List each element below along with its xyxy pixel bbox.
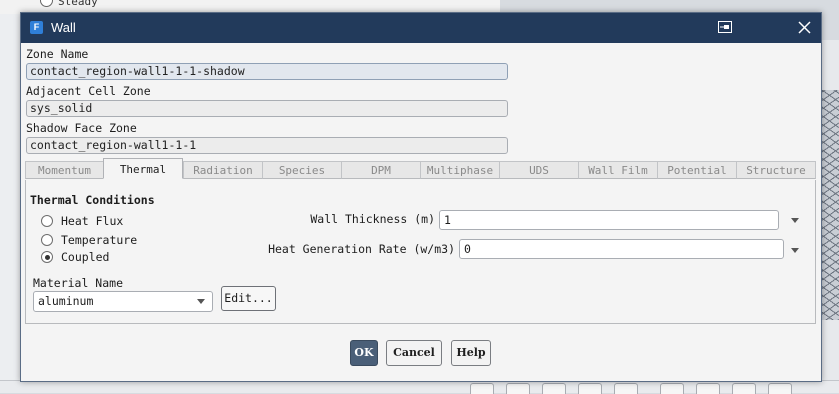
radio-label: Heat Flux — [61, 214, 124, 228]
edit-material-button[interactable]: Edit... — [221, 286, 276, 311]
heat-generation-input[interactable]: 0 — [459, 239, 784, 259]
background-radio[interactable] — [40, 0, 53, 7]
radio-label: Coupled — [61, 250, 110, 264]
tab-multiphase[interactable]: Multiphase — [420, 161, 500, 179]
tab-bar: Momentum Thermal Radiation Species DPM M… — [25, 158, 816, 181]
tab-momentum[interactable]: Momentum — [25, 161, 104, 179]
background-left-panel — [0, 14, 21, 384]
wall-thickness-label: Wall Thickness (m) — [310, 212, 435, 226]
toolbar-button[interactable] — [470, 383, 494, 394]
toolbar-button[interactable] — [660, 383, 684, 394]
toolbar-button[interactable] — [614, 383, 638, 394]
shadow-face-zone-field: contact_region-wall1-1-1 — [26, 137, 508, 154]
dialog-title: Wall — [51, 20, 76, 35]
toolbar-button[interactable] — [732, 383, 756, 394]
tab-wall-film[interactable]: Wall Film — [578, 161, 658, 179]
radio-button[interactable] — [41, 234, 53, 246]
heat-generation-dropdown-icon[interactable] — [791, 248, 799, 253]
dialog-titlebar[interactable]: F Wall — [21, 13, 821, 43]
radio-label: Temperature — [61, 233, 138, 247]
background-radio-label: Steady — [58, 0, 98, 8]
radio-button[interactable] — [41, 251, 53, 263]
ok-button[interactable]: OK — [350, 340, 378, 366]
cancel-button[interactable]: Cancel — [386, 340, 442, 366]
help-button[interactable]: Help — [451, 340, 491, 366]
wall-thickness-dropdown-icon[interactable] — [791, 218, 799, 223]
tab-uds[interactable]: UDS — [499, 161, 579, 179]
radio-button[interactable] — [41, 215, 53, 227]
toolbar-button[interactable] — [578, 383, 602, 394]
adjacent-cell-zone-field: sys_solid — [26, 100, 508, 117]
toolbar-button[interactable] — [768, 383, 792, 394]
shadow-face-zone-label: Shadow Face Zone — [26, 121, 137, 135]
wall-dialog: F Wall Zone Name contact_region-wall1-1-… — [20, 12, 822, 382]
background-mesh-view — [820, 90, 839, 320]
toolbar-button[interactable] — [506, 383, 530, 394]
tab-thermal[interactable]: Thermal — [103, 158, 183, 179]
adjacent-cell-zone-label: Adjacent Cell Zone — [26, 84, 151, 98]
tab-dpm[interactable]: DPM — [341, 161, 421, 179]
toolbar-button[interactable] — [542, 383, 566, 394]
tab-potential[interactable]: Potential — [657, 161, 737, 179]
thermal-conditions-title: Thermal Conditions — [30, 193, 155, 207]
fluent-app-icon: F — [30, 21, 43, 34]
tab-species[interactable]: Species — [262, 161, 342, 179]
material-name-label: Material Name — [33, 276, 124, 290]
wall-thickness-input[interactable]: 1 — [439, 210, 779, 230]
chevron-down-icon — [197, 299, 205, 304]
material-value: aluminum — [38, 294, 94, 308]
close-icon[interactable] — [798, 21, 811, 34]
material-select[interactable]: aluminum — [33, 291, 213, 312]
heat-generation-label: Heat Generation Rate (w/m3) — [268, 242, 455, 256]
zone-name-label: Zone Name — [26, 47, 89, 61]
tab-structure[interactable]: Structure — [736, 161, 816, 179]
tab-radiation[interactable]: Radiation — [183, 161, 263, 179]
toolbar-button[interactable] — [696, 383, 720, 394]
zone-name-field[interactable]: contact_region-wall1-1-1-shadow — [26, 63, 508, 80]
pin-icon[interactable] — [718, 21, 732, 33]
